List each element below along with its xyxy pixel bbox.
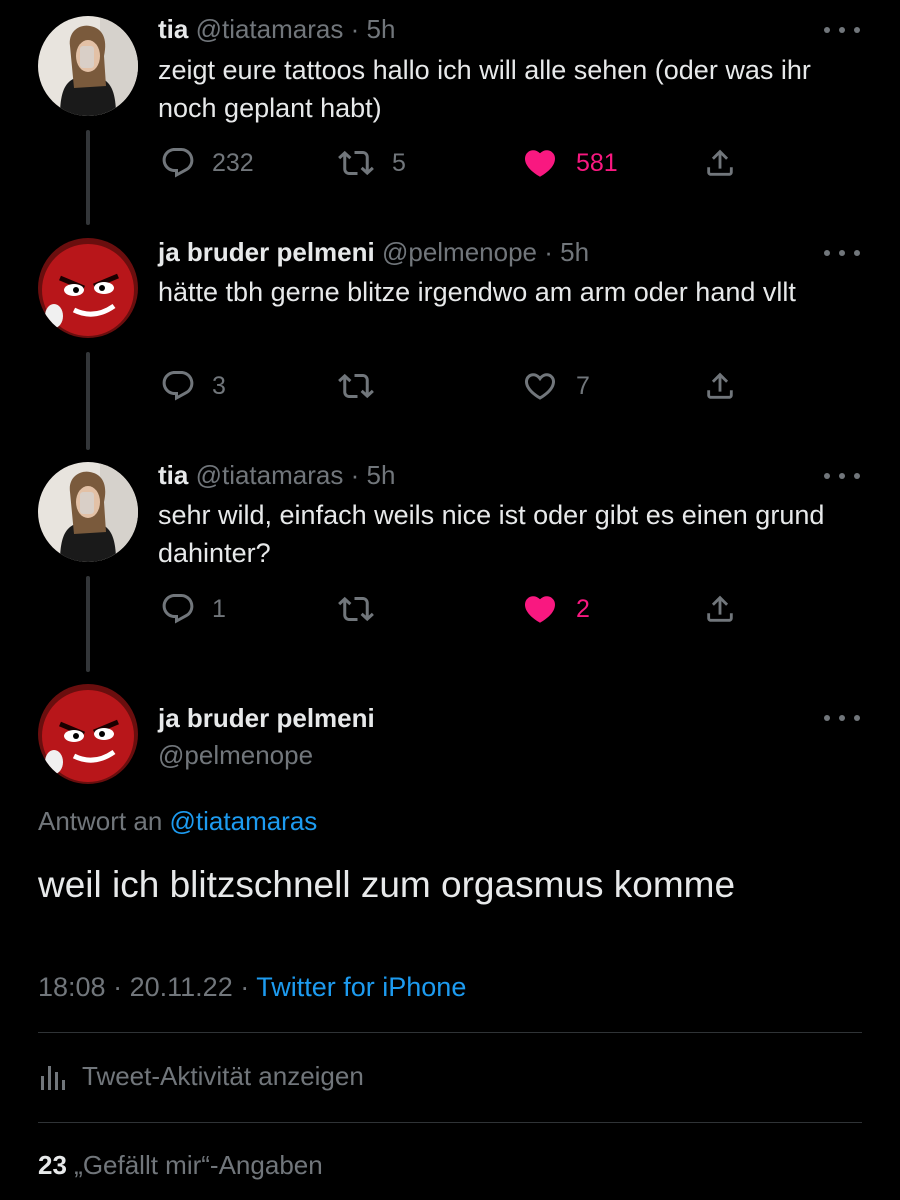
- reply-button[interactable]: 3: [160, 368, 226, 404]
- separator: ·: [113, 972, 123, 1002]
- like-count: 7: [576, 371, 590, 400]
- more-icon[interactable]: [824, 470, 860, 482]
- thread-line: [86, 352, 90, 450]
- reply-to-link[interactable]: @tiatamaras: [170, 806, 318, 836]
- like-count: 581: [576, 148, 618, 177]
- author-name[interactable]: ja bruder pelmeni: [158, 237, 375, 267]
- likes-count: 23: [38, 1150, 67, 1180]
- tweet-source-link[interactable]: Twitter for iPhone: [256, 972, 466, 1002]
- retweet-count: 5: [392, 148, 406, 177]
- separator: ·: [240, 972, 250, 1002]
- like-count: 2: [576, 594, 590, 623]
- share-button[interactable]: [703, 145, 737, 181]
- reply-button[interactable]: 232: [160, 145, 254, 181]
- avatar-pelmeni[interactable]: [38, 684, 138, 784]
- retweet-icon: [336, 145, 376, 181]
- reply-count: 1: [212, 594, 226, 623]
- likes-summary-link[interactable]: 23 „Gefällt mir“-Angaben: [38, 1150, 323, 1181]
- reply-prefix: Antwort an: [38, 806, 163, 836]
- avatar-tia[interactable]: [38, 462, 138, 562]
- share-button[interactable]: [703, 368, 737, 404]
- separator: ·: [350, 14, 360, 44]
- separator: ·: [544, 237, 553, 267]
- author-handle[interactable]: @tiatamaras: [196, 460, 344, 490]
- share-icon: [703, 145, 737, 181]
- thread-line: [86, 576, 90, 672]
- avatar-tia[interactable]: [38, 16, 138, 116]
- author-name[interactable]: tia: [158, 460, 188, 490]
- reply-count: 3: [212, 371, 226, 400]
- more-icon[interactable]: [824, 24, 860, 36]
- author-handle[interactable]: @pelmenope: [382, 237, 537, 267]
- divider: [38, 1122, 862, 1123]
- activity-icon: [41, 1066, 65, 1090]
- retweet-icon: [336, 368, 376, 404]
- like-button[interactable]: 2: [520, 591, 590, 627]
- retweet-button[interactable]: [336, 591, 392, 627]
- author-handle[interactable]: @pelmenope: [158, 740, 313, 771]
- author-handle[interactable]: @tiatamaras: [196, 14, 344, 44]
- heart-icon: [520, 591, 560, 627]
- retweet-icon: [336, 591, 376, 627]
- tweet-text: sehr wild, einfach weils nice ist oder g…: [158, 500, 825, 568]
- separator: ·: [350, 460, 360, 490]
- likes-label: „Gefällt mir“-Angaben: [74, 1150, 323, 1180]
- like-button[interactable]: 7: [520, 368, 590, 404]
- tweet-activity-link[interactable]: Tweet-Aktivität anzeigen: [38, 1060, 364, 1092]
- share-button[interactable]: [703, 591, 737, 627]
- share-icon: [703, 368, 737, 404]
- tweet-text: zeigt eure tattoos hallo ich will alle s…: [158, 55, 811, 123]
- reply-count: 232: [212, 148, 254, 177]
- reply-icon: [160, 145, 196, 181]
- more-icon[interactable]: [824, 247, 860, 259]
- author-name[interactable]: ja bruder pelmeni: [158, 703, 375, 734]
- tweet-date[interactable]: 20.11.22: [130, 972, 233, 1002]
- like-button[interactable]: 581: [520, 145, 618, 181]
- thread-line: [86, 130, 90, 225]
- retweet-button[interactable]: 5: [336, 145, 406, 181]
- reply-button[interactable]: 1: [160, 591, 226, 627]
- tweet-time[interactable]: 5h: [367, 14, 396, 44]
- retweet-button[interactable]: [336, 368, 392, 404]
- heart-icon: [520, 368, 560, 404]
- activity-label: Tweet-Aktivität anzeigen: [82, 1060, 364, 1091]
- more-icon[interactable]: [824, 712, 860, 724]
- reply-icon: [160, 368, 196, 404]
- tweet-time[interactable]: 5h: [560, 237, 589, 267]
- tweet-timestamp[interactable]: 18:08: [38, 972, 106, 1002]
- author-name[interactable]: tia: [158, 14, 188, 44]
- main-tweet-text: weil ich blitzschnell zum orgasmus komme: [38, 864, 736, 905]
- tweet-time[interactable]: 5h: [367, 460, 396, 490]
- share-icon: [703, 591, 737, 627]
- reply-icon: [160, 591, 196, 627]
- divider: [38, 1032, 862, 1033]
- avatar-pelmeni[interactable]: [38, 238, 138, 338]
- heart-icon: [520, 145, 560, 181]
- tweet-text: hätte tbh gerne blitze irgendwo am arm o…: [158, 277, 796, 307]
